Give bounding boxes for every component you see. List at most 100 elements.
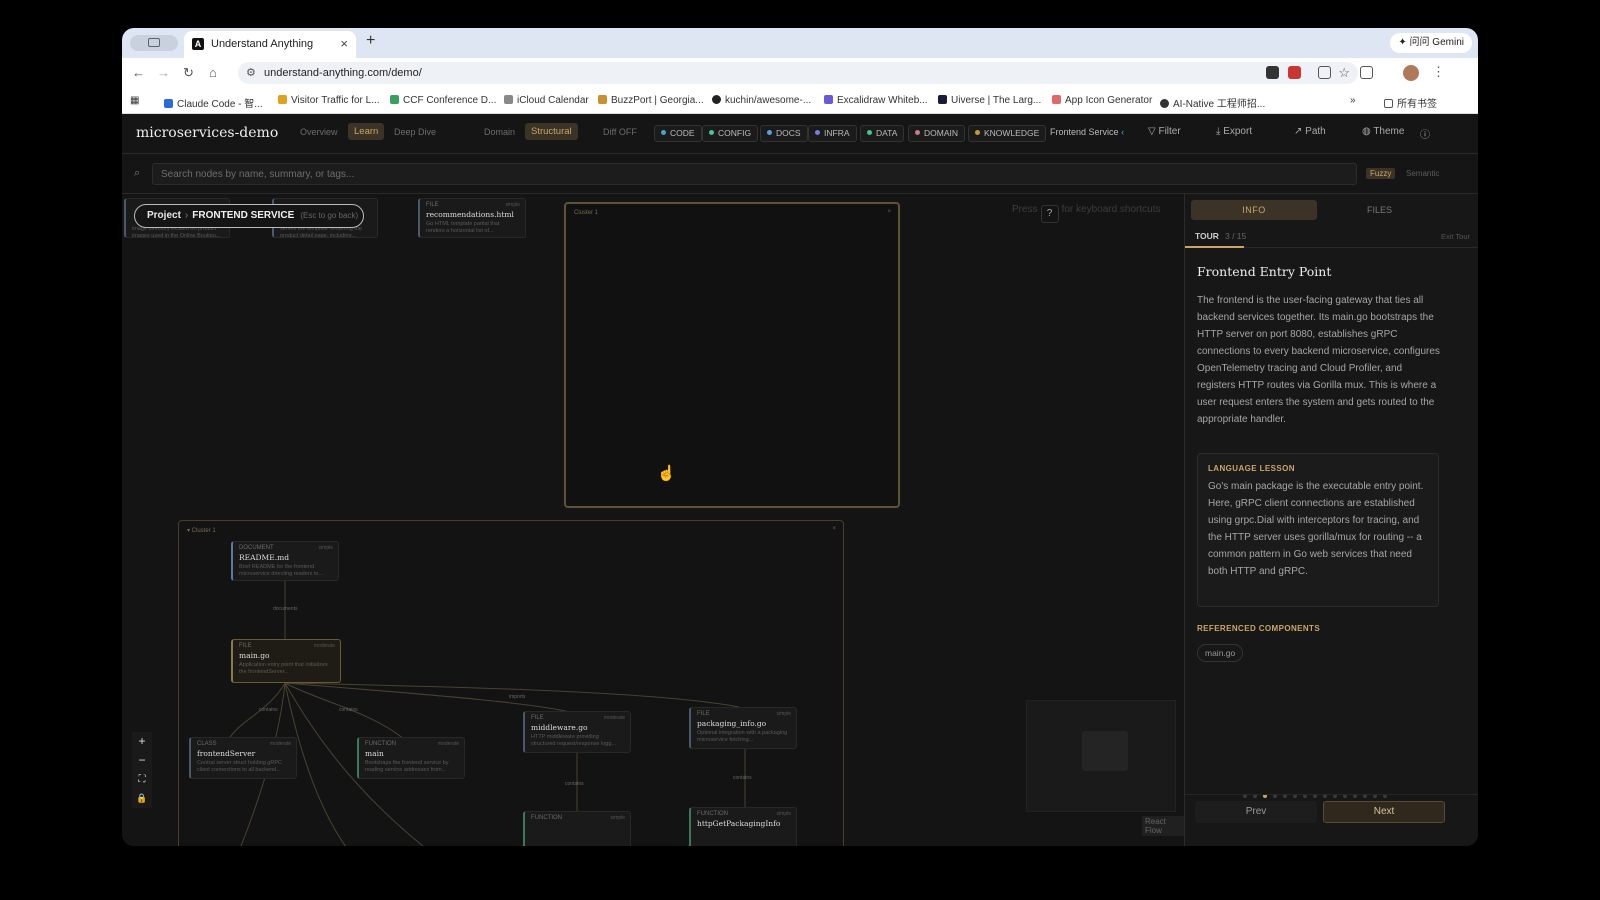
category-infra[interactable]: INFRA	[808, 125, 857, 142]
tab-search-button[interactable]	[130, 35, 178, 51]
graph-node[interactable]: DOCUMENT simple README.md Brief README f…	[231, 541, 339, 581]
breadcrumb[interactable]: Project › FRONTEND SERVICE (Esc to go back)	[134, 204, 364, 228]
edge-main-middleware	[284, 682, 575, 714]
extension-badge-icon[interactable]	[1288, 66, 1301, 79]
bookmark-item[interactable]: App Icon Generator	[1052, 95, 1152, 106]
mode-overview[interactable]: Overview	[300, 127, 338, 137]
browser-tab[interactable]: A Understand Anything ×	[184, 31, 356, 58]
tab-files[interactable]: FILES	[1367, 205, 1392, 215]
browser-menu-icon[interactable]: ⋮	[1432, 64, 1445, 80]
close-tab-icon[interactable]: ×	[340, 36, 348, 51]
prev-button[interactable]: Prev	[1195, 801, 1317, 823]
lock-icon[interactable]: 🔒	[132, 789, 152, 808]
view-domain[interactable]: Domain	[484, 127, 515, 137]
bookmark-item[interactable]: AI-Native 工程师招...	[1160, 95, 1265, 110]
edge-label: contains	[259, 707, 278, 713]
gemini-button[interactable]: ✦ 问问 Gemini	[1390, 33, 1472, 53]
graph-canvas[interactable]: image directory located on product image…	[122, 194, 1184, 846]
home-icon[interactable]: ⌂	[209, 65, 217, 80]
graph-node[interactable]: FILE moderate middleware.go HTTP middlew…	[523, 711, 631, 753]
category-data[interactable]: DATA	[860, 125, 905, 142]
tab-title: Understand Anything	[211, 38, 314, 50]
bookmark-item[interactable]: CCF Conference D...	[390, 95, 496, 106]
tour-label: TOUR	[1195, 231, 1219, 241]
component-chip[interactable]: main.go	[1197, 644, 1244, 662]
zoom-out-icon[interactable]: −	[132, 751, 152, 770]
minimap[interactable]	[1026, 700, 1176, 812]
all-bookmarks-folder[interactable]: 所有书签	[1384, 95, 1437, 110]
mode-learn[interactable]: Learn	[348, 123, 385, 140]
edge-label: imports	[509, 694, 526, 700]
mode-deep-dive[interactable]: Deep Dive	[394, 127, 436, 137]
side-panel-icon[interactable]	[1360, 66, 1373, 79]
semantic-toggle[interactable]: Semantic	[1406, 169, 1439, 178]
extensions-puzzle-icon[interactable]	[1318, 66, 1331, 79]
category-knowledge[interactable]: KNOWLEDGE	[968, 125, 1047, 142]
browser-toolbar: ← → ↻ ⌂ ⚙ understand-anything.com/demo/ …	[122, 58, 1478, 88]
path-icon: ↗	[1294, 126, 1306, 137]
browser-window: A Understand Anything × + ✦ 问问 Gemini ← …	[122, 28, 1478, 846]
edge-label: documents	[273, 606, 298, 612]
address-bar[interactable]: ⚙ understand-anything.com/demo/ ☆	[238, 62, 1358, 84]
view-structural[interactable]: Structural	[525, 123, 578, 140]
url-text: understand-anything.com/demo/	[264, 67, 422, 79]
theme-button[interactable]: ◍ Theme	[1362, 126, 1404, 137]
forward-icon[interactable]: →	[157, 65, 170, 80]
service-filter[interactable]: Frontend Service ‹	[1050, 127, 1124, 137]
bookmark-item[interactable]: Uiverse | The Larg...	[938, 95, 1041, 106]
reload-icon[interactable]: ↻	[183, 65, 194, 81]
tour-progress-bar	[1185, 246, 1244, 248]
fuzzy-toggle[interactable]: Fuzzy	[1366, 168, 1396, 179]
breadcrumb-separator: ›	[184, 210, 189, 221]
cluster-group[interactable]: Cluster 1 ×	[564, 202, 900, 508]
site-settings-icon[interactable]: ⚙	[246, 66, 256, 79]
cluster-close-icon[interactable]: ×	[887, 209, 891, 215]
breadcrumb-current: FRONTEND SERVICE	[192, 210, 295, 221]
category-docs[interactable]: DOCS	[760, 125, 808, 142]
fit-view-icon[interactable]: ⛶	[132, 770, 152, 789]
bookmark-item[interactable]: kuchin/awesome-...	[712, 95, 811, 106]
cluster-group-expanded[interactable]: ▾ Cluster 1 × documents contains contain…	[178, 520, 844, 846]
category-config[interactable]: CONFIG	[702, 125, 759, 142]
react-flow-attribution[interactable]: React Flow	[1142, 816, 1184, 836]
next-button[interactable]: Next	[1323, 801, 1445, 823]
tab-info[interactable]: INFO	[1191, 200, 1317, 220]
graph-node[interactable]: FUNCTION simple httpGetPackagingInfo	[689, 807, 797, 846]
edge-label: contains	[339, 707, 358, 713]
back-icon[interactable]: ←	[132, 65, 145, 80]
bookmark-item[interactable]: BuzzPort | Georgia...	[598, 95, 704, 106]
breadcrumb-project[interactable]: Project	[147, 210, 181, 221]
graph-node-highlighted[interactable]: FILE moderate main.go Application entry …	[231, 639, 341, 683]
bookmark-item[interactable]: iCloud Calendar	[504, 95, 589, 106]
cluster-label: Cluster 1	[574, 210, 599, 216]
graph-node[interactable]: FUNCTION moderate main Bootstraps the fr…	[357, 737, 465, 779]
graph-node[interactable]: FUNCTION simple	[523, 811, 631, 846]
bookmark-item[interactable]: Excalidraw Whiteb...	[824, 95, 928, 106]
graph-node[interactable]: CLASS moderate frontendServer Central se…	[189, 737, 297, 779]
zoom-in-icon[interactable]: +	[132, 732, 152, 751]
export-button[interactable]: ⤓ Export	[1216, 126, 1252, 137]
profile-avatar[interactable]	[1403, 65, 1419, 81]
bookmark-item[interactable]: Visitor Traffic for L...	[278, 95, 380, 106]
new-tab-icon[interactable]: +	[366, 32, 375, 50]
extension-icon[interactable]	[1266, 66, 1279, 79]
help-icon[interactable]: ⓘ	[1420, 126, 1430, 141]
bookmark-star-icon[interactable]: ☆	[1338, 65, 1350, 81]
graph-node[interactable]: FILE simple recommendations.html Go HTML…	[418, 198, 526, 238]
graph-node[interactable]: FILE simple packaging_info.go Optional i…	[689, 707, 797, 749]
search-input[interactable]	[152, 163, 1357, 185]
filter-button[interactable]: ▽ Filter	[1148, 126, 1181, 137]
search-bar: ⌕ Fuzzy Semantic	[122, 154, 1478, 194]
diff-toggle[interactable]: Diff OFF	[603, 127, 637, 137]
more-bookmarks-icon[interactable]: »	[1350, 95, 1356, 106]
category-code[interactable]: CODE	[654, 125, 702, 142]
tour-header: TOUR 3 / 15 Exit Tour	[1185, 224, 1478, 248]
sidebar-tabs: INFO FILES	[1185, 194, 1478, 220]
exit-tour-button[interactable]: Exit Tour	[1441, 232, 1470, 241]
category-domain[interactable]: DOMAIN	[908, 125, 965, 142]
referenced-components-heading: REFERENCED COMPONENTS	[1197, 624, 1321, 633]
path-button[interactable]: ↗ Path	[1294, 126, 1326, 137]
bookmark-item[interactable]: Claude Code - 智...	[164, 95, 263, 110]
bookmarks-bar: ▦ Claude Code - 智... Visitor Traffic for…	[122, 88, 1478, 114]
apps-grid-icon[interactable]: ▦	[130, 95, 139, 106]
